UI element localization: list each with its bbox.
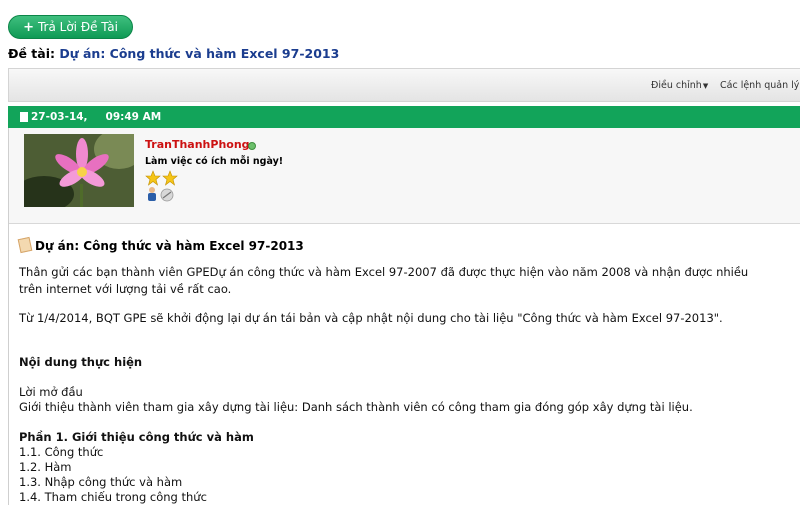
thread-title: Đề tài: Dự án: Công thức và hàm Excel 97… xyxy=(8,46,339,61)
member-icon xyxy=(148,187,156,201)
adjust-menu-label: Điều chỉnh xyxy=(651,80,702,91)
settings-badge-icon xyxy=(160,188,174,202)
admin-commands-menu[interactable]: Các lệnh quản lý▼ xyxy=(720,80,800,91)
plus-icon: + xyxy=(23,19,34,35)
post-title: Dự án: Công thức và hàm Excel 97-2013 xyxy=(17,236,304,254)
post-body: TranThanhPhong Làm việc có ích mỗi ngày! xyxy=(8,128,800,505)
user-title: Làm việc có ích mỗi ngày! xyxy=(145,156,284,167)
username-link[interactable]: TranThanhPhong xyxy=(145,138,250,151)
admin-menu-label: Các lệnh quản lý xyxy=(720,80,800,91)
section-heading: Nội dung thực hiện xyxy=(19,355,143,369)
thread-title-link[interactable]: Dự án: Công thức và hàm Excel 97-2013 xyxy=(59,46,339,61)
user-info-bar: TranThanhPhong Làm việc có ích mỗi ngày! xyxy=(9,128,800,224)
part1-heading: Phần 1. Giới thiệu công thức và hàm xyxy=(19,430,254,444)
post-date: 27-03-14, xyxy=(31,111,88,123)
post-time: 09:49 AM xyxy=(105,111,162,123)
adjust-menu[interactable]: Điều chỉnh▼ xyxy=(651,80,708,91)
online-status-icon xyxy=(248,142,256,150)
user-badges xyxy=(146,186,180,206)
list-item: 1.3. Nhập công thức và hàm xyxy=(19,475,183,489)
list-item: 1.1. Công thức xyxy=(19,445,104,459)
post-header: 27-03-14, 09:49 AM xyxy=(8,106,800,128)
reply-thread-button[interactable]: + Trả Lời Đề Tài xyxy=(8,15,133,39)
intro-line: Lời mở đầu xyxy=(19,385,83,399)
document-icon xyxy=(20,112,28,122)
reply-button-label: Trả Lời Đề Tài xyxy=(37,20,118,34)
avatar[interactable] xyxy=(24,134,134,207)
list-item: 1.2. Hàm xyxy=(19,460,72,474)
thread-title-prefix: Đề tài: xyxy=(8,46,55,61)
paragraph-1-line-2: trên internet với lượng tải về rất cao. xyxy=(19,282,232,296)
chevron-down-icon: ▼ xyxy=(702,82,709,90)
paragraph-1-line-1: Thân gửi các bạn thành viên GPEDự án côn… xyxy=(19,265,749,279)
members-line: Giới thiệu thành viên tham gia xây dựng … xyxy=(19,400,693,414)
post-icon xyxy=(17,236,33,254)
list-item: 1.4. Tham chiếu trong công thức xyxy=(19,490,207,504)
paragraph-2: Từ 1/4/2014, BQT GPE sẽ khởi động lại dự… xyxy=(19,311,723,325)
star-icon xyxy=(145,170,178,186)
post-title-text: Dự án: Công thức và hàm Excel 97-2013 xyxy=(35,239,304,253)
thread-toolbar: Điều chỉnh▼ Các lệnh quản lý▼ xyxy=(8,68,800,102)
